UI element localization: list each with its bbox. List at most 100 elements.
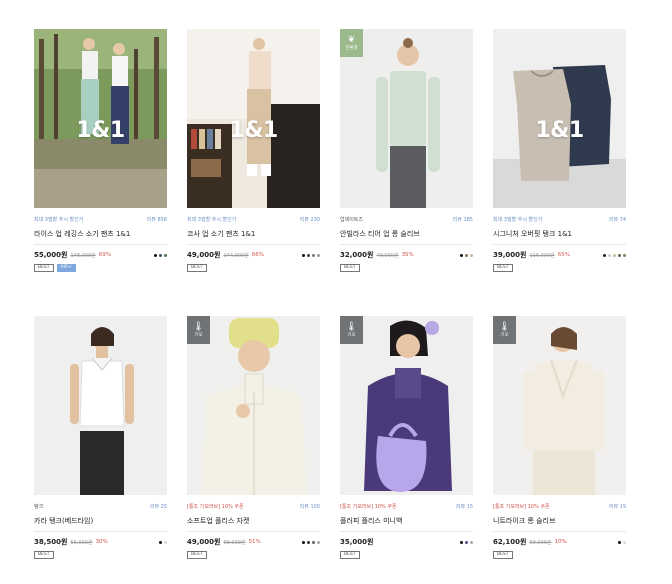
- product-name[interactable]: 시그니처 오버핏 탱크 1&1: [493, 229, 626, 245]
- discount-rate: 51%: [248, 539, 261, 545]
- product-card[interactable]: 🌡 기모 [통조 기모러브] 10% 쿠폰 리뷰 15 플러피 플리스 미니백 …: [340, 316, 473, 559]
- product-name[interactable]: 니트라이크 롱 슬리브: [493, 516, 626, 532]
- best-tag: BEST: [340, 264, 360, 272]
- price-row: 49,000원 99,000원 51%: [187, 537, 320, 547]
- bundle-overlay: 1&1: [76, 118, 125, 143]
- price-row: 32,000원 49,000원 35%: [340, 250, 473, 260]
- tag-list: BEST: [493, 264, 626, 272]
- product-image[interactable]: 🌡 기모: [340, 316, 473, 495]
- color-swatch[interactable]: [159, 540, 162, 544]
- color-swatch[interactable]: [603, 253, 606, 257]
- original-price: 144,000원: [223, 252, 249, 259]
- review-count: 리뷰 858: [146, 217, 167, 223]
- color-swatch[interactable]: [470, 540, 473, 544]
- product-name[interactable]: 카라 탱크(베드타임): [34, 516, 167, 532]
- product-image[interactable]: 1&1: [493, 29, 626, 208]
- color-swatches: [159, 540, 167, 544]
- promo-label: 최대 3벌할 추시 할인가: [493, 217, 543, 223]
- color-swatch[interactable]: [312, 540, 315, 544]
- color-swatch[interactable]: [302, 540, 305, 544]
- product-card[interactable]: 1&1 최대 3벌할 추시 할인가 리뷰 74 시그니처 오버핏 탱크 1&1 …: [493, 29, 626, 272]
- discount-rate: 30%: [95, 539, 108, 545]
- color-swatch[interactable]: [307, 540, 310, 544]
- product-name[interactable]: 코사 업 소기 팬츠 1&1: [187, 229, 320, 245]
- color-swatch[interactable]: [154, 253, 157, 257]
- original-price: 178,000원: [70, 252, 96, 259]
- review-count: 리뷰 230: [299, 217, 320, 223]
- fleece-badge: 🌡 기모: [493, 316, 516, 344]
- product-name[interactable]: 안빌라스 티어 업 롱 슬리브: [340, 229, 473, 245]
- color-swatch[interactable]: [460, 253, 463, 257]
- discount-rate: 65%: [557, 252, 570, 258]
- promo-label: [통조 기모러브] 10% 쿠폰: [187, 504, 244, 510]
- color-swatch[interactable]: [164, 540, 167, 544]
- sale-price: 49,000원: [187, 538, 221, 546]
- color-swatch[interactable]: [312, 253, 315, 257]
- color-swatches: [460, 253, 473, 257]
- color-swatch[interactable]: [608, 253, 611, 257]
- thermometer-icon: 🌡: [498, 322, 511, 332]
- color-swatch[interactable]: [317, 540, 320, 544]
- product-card[interactable]: 🌡 기모 [통조 기모러브] 10% 쿠폰 리뷰 19 니트라이크 롱 슬리브 …: [493, 316, 626, 559]
- product-card[interactable]: 1&1 최대 3벌할 추시 할인가 리뷰 230 코사 업 소기 팬츠 1&1 …: [187, 29, 320, 272]
- best-tag: BEST: [493, 264, 513, 272]
- sale-price: 49,000원: [187, 251, 221, 259]
- badge-label: 친환경: [345, 46, 358, 51]
- badge-label: 기모: [194, 333, 203, 338]
- product-image[interactable]: 🌡 기모: [493, 316, 626, 495]
- color-swatch[interactable]: [164, 253, 167, 257]
- color-swatches: [154, 253, 167, 257]
- color-swatches: [302, 540, 320, 544]
- sale-price: 32,000원: [340, 251, 374, 259]
- color-swatch[interactable]: [307, 253, 310, 257]
- product-meta: 최대 3벌할 추시 할인가 리뷰 858: [34, 217, 167, 224]
- color-swatch[interactable]: [618, 540, 621, 544]
- color-swatches: [302, 253, 320, 257]
- color-swatch[interactable]: [460, 540, 463, 544]
- color-swatches: [603, 253, 626, 257]
- product-name[interactable]: 소프트업 플리스 자켓: [187, 516, 320, 532]
- original-price: 55,000원: [70, 539, 93, 546]
- product-name[interactable]: 라이스 업 레깅스 소기 팬츠 1&1: [34, 229, 167, 245]
- product-image[interactable]: ❦ 친환경: [340, 29, 473, 208]
- price-row: 38,500원 55,000원 30%: [34, 537, 167, 547]
- color-swatch[interactable]: [465, 540, 468, 544]
- product-image[interactable]: 1&1: [34, 29, 167, 208]
- color-swatch[interactable]: [465, 253, 468, 257]
- review-count: 리뷰 15: [455, 504, 473, 510]
- original-price: 99,000원: [223, 539, 246, 546]
- best-tag: BEST: [340, 551, 360, 559]
- color-swatch[interactable]: [613, 253, 616, 257]
- fleece-badge: 🌡 기모: [340, 316, 363, 344]
- bundle-overlay: 1&1: [535, 118, 584, 143]
- product-card[interactable]: 🌡 기모 [통조 기모러브] 10% 쿠폰 리뷰 100 소프트업 플리스 자켓…: [187, 316, 320, 559]
- price-row: 49,000원 144,000원 66%: [187, 250, 320, 260]
- review-count: 리뷰 185: [452, 217, 473, 223]
- tag-list: BEST: [34, 551, 167, 559]
- color-swatch[interactable]: [623, 540, 626, 544]
- tag-list: BEST: [187, 551, 320, 559]
- product-card[interactable]: ❦ 친환경 업데이트즈 리뷰 185 안빌라스 티어 업 롱 슬리브 32,00…: [340, 29, 473, 272]
- color-swatch[interactable]: [623, 253, 626, 257]
- original-price: 49,000원: [376, 252, 399, 259]
- product-card[interactable]: 탱크 리뷰 25 카라 탱크(베드타임) 38,500원 55,000원 30%…: [34, 316, 167, 559]
- product-image[interactable]: 🌡 기모: [187, 316, 320, 495]
- promo-label: 탱크: [34, 504, 44, 510]
- product-image[interactable]: [34, 316, 167, 495]
- sale-price: 55,000원: [34, 251, 68, 259]
- promo-label: 업데이트즈: [340, 217, 364, 223]
- product-image[interactable]: 1&1: [187, 29, 320, 208]
- color-swatch[interactable]: [470, 253, 473, 257]
- leaf-icon: ❦: [347, 35, 356, 45]
- color-swatch[interactable]: [302, 253, 305, 257]
- product-name[interactable]: 플러피 플리스 미니백: [340, 516, 473, 532]
- color-swatches: [460, 540, 473, 544]
- price-row: 62,100원 69,000원 10%: [493, 537, 626, 547]
- color-swatch[interactable]: [159, 253, 162, 257]
- color-swatch[interactable]: [618, 253, 621, 257]
- product-card[interactable]: 1&1 최대 3벌할 추시 할인가 리뷰 858 라이스 업 레깅스 소기 팬츠…: [34, 29, 167, 272]
- product-meta: 최대 3벌할 추시 할인가 리뷰 74: [493, 217, 626, 224]
- best-tag: BEST: [187, 551, 207, 559]
- color-swatch[interactable]: [317, 253, 320, 257]
- price-row: 55,000원 178,000원 69%: [34, 250, 167, 260]
